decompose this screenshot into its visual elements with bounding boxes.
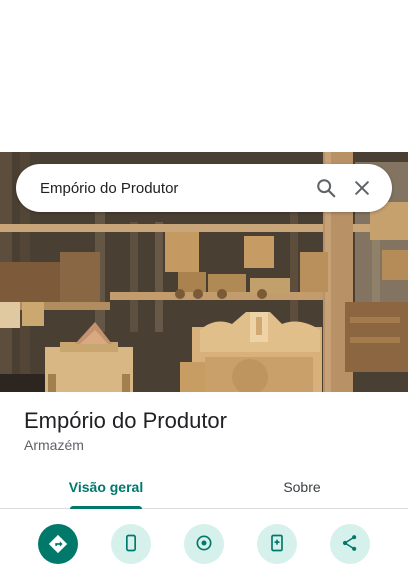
share-button[interactable] (330, 524, 370, 564)
tab-overview-label: Visão geral (68, 479, 144, 495)
place-tabs: Visão geral Sobre (0, 466, 408, 509)
website-button[interactable] (184, 524, 224, 564)
active-tab-indicator (70, 506, 142, 509)
close-icon[interactable] (344, 170, 380, 206)
place-name: Empório do Produtor (24, 408, 227, 433)
website-icon (196, 535, 212, 551)
tab-about-label: Sobre (283, 479, 321, 495)
search-icon[interactable] (308, 170, 344, 206)
tab-about[interactable]: Sobre (262, 466, 342, 508)
place-category: Armazém (24, 437, 84, 453)
map-blank-area (0, 0, 408, 152)
search-bar[interactable]: Empório do Produtor (16, 164, 392, 212)
call-button[interactable] (111, 524, 151, 564)
share-icon (342, 535, 357, 551)
directions-button[interactable] (38, 524, 78, 564)
save-icon (271, 534, 283, 552)
tab-overview[interactable]: Visão geral (60, 466, 152, 509)
search-query[interactable]: Empório do Produtor (40, 180, 308, 197)
directions-icon (48, 534, 68, 554)
save-button[interactable] (257, 524, 297, 564)
phone-icon (126, 534, 136, 552)
